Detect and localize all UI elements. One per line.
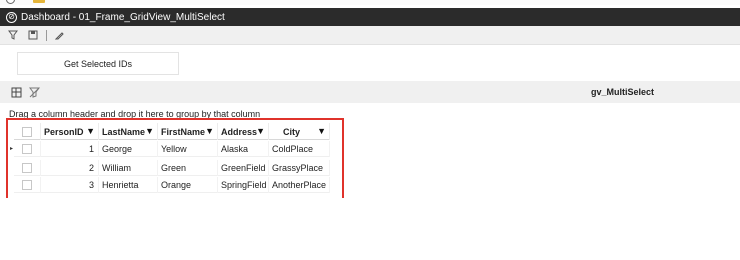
- column-header-address[interactable]: Address ▼: [218, 123, 269, 140]
- filter-icon[interactable]: ▼: [145, 126, 154, 136]
- row-select-cell[interactable]: [14, 141, 41, 157]
- cell-personid[interactable]: 1: [41, 141, 99, 157]
- column-label: City: [283, 126, 301, 137]
- column-header-personid[interactable]: PersonID ▼: [41, 123, 99, 140]
- title-bar: ⊘ Dashboard - 01_Frame_GridView_MultiSel…: [0, 8, 740, 26]
- cell-address[interactable]: GreenField: [218, 160, 269, 176]
- toolbar-separator: [46, 29, 47, 41]
- main-toolbar: [0, 26, 740, 45]
- row-checkbox[interactable]: [22, 144, 32, 154]
- column-label: Address: [221, 126, 258, 137]
- filter-icon[interactable]: ▼: [205, 126, 214, 136]
- cell-city[interactable]: GrassyPlace: [269, 160, 330, 176]
- top-strip-bg: [0, 0, 740, 5]
- clear-filter-icon[interactable]: [27, 85, 41, 99]
- column-header-firstname[interactable]: FirstName ▼: [158, 123, 218, 140]
- row-select-cell[interactable]: [14, 160, 41, 176]
- active-row-indicator: ▸: [10, 146, 14, 152]
- group-panel-hint: Drag a column header and drop it here to…: [9, 109, 261, 119]
- cell-firstname[interactable]: Yellow: [158, 141, 218, 157]
- app-icon: ⊘: [6, 11, 17, 23]
- row-select-cell[interactable]: [14, 177, 41, 193]
- cell-address[interactable]: SpringField: [218, 177, 269, 193]
- action-area: Get Selected IDs: [0, 45, 740, 81]
- group-panel[interactable]: Drag a column header and drop it here to…: [0, 103, 740, 120]
- cell-city[interactable]: ColdPlace: [269, 141, 330, 157]
- grid-toolbar: gv_MultiSelect: [0, 81, 740, 103]
- cell-city[interactable]: AnotherPlace: [269, 177, 330, 193]
- filter-icon[interactable]: ▼: [86, 126, 95, 136]
- grid-header: PersonID ▼ LastName ▼ FirstName ▼ Addres…: [14, 123, 330, 140]
- column-label: PersonID: [44, 126, 84, 137]
- cell-lastname[interactable]: George: [99, 141, 158, 157]
- column-header-city[interactable]: City ▼: [269, 123, 330, 140]
- grid-name-label: gv_MultiSelect: [591, 87, 655, 97]
- filter-icon[interactable]: [6, 28, 20, 42]
- top-strip: [0, 0, 740, 8]
- cell-address[interactable]: Alaska: [218, 141, 269, 157]
- cell-firstname[interactable]: Orange: [158, 177, 218, 193]
- grid-empty-space: [0, 198, 740, 260]
- cell-lastname[interactable]: Henrietta: [99, 177, 158, 193]
- layout-icon[interactable]: [9, 85, 23, 99]
- window-title: Dashboard - 01_Frame_GridView_MultiSelec…: [21, 11, 225, 23]
- save-icon[interactable]: [26, 28, 40, 42]
- table-row[interactable]: 3 Henrietta Orange SpringField AnotherPl…: [14, 177, 330, 193]
- cell-personid[interactable]: 3: [41, 177, 99, 193]
- cell-lastname[interactable]: William: [99, 160, 158, 176]
- row-checkbox[interactable]: [22, 163, 32, 173]
- edit-icon[interactable]: [53, 28, 67, 42]
- select-all-cell[interactable]: [14, 123, 41, 140]
- get-selected-ids-button[interactable]: Get Selected IDs: [17, 52, 179, 75]
- filter-icon[interactable]: ▼: [256, 126, 265, 136]
- filter-icon[interactable]: ▼: [317, 126, 326, 136]
- column-label: FirstName: [161, 126, 206, 137]
- folder-icon: [33, 0, 45, 3]
- column-header-lastname[interactable]: LastName ▼: [99, 123, 158, 140]
- cell-firstname[interactable]: Green: [158, 160, 218, 176]
- select-all-checkbox[interactable]: [22, 126, 32, 137]
- cell-personid[interactable]: 2: [41, 160, 99, 176]
- table-row[interactable]: 1 George Yellow Alaska ColdPlace: [14, 141, 330, 157]
- table-row[interactable]: 2 William Green GreenField GrassyPlace: [14, 160, 330, 176]
- column-label: LastName: [102, 126, 146, 137]
- row-checkbox[interactable]: [22, 180, 32, 190]
